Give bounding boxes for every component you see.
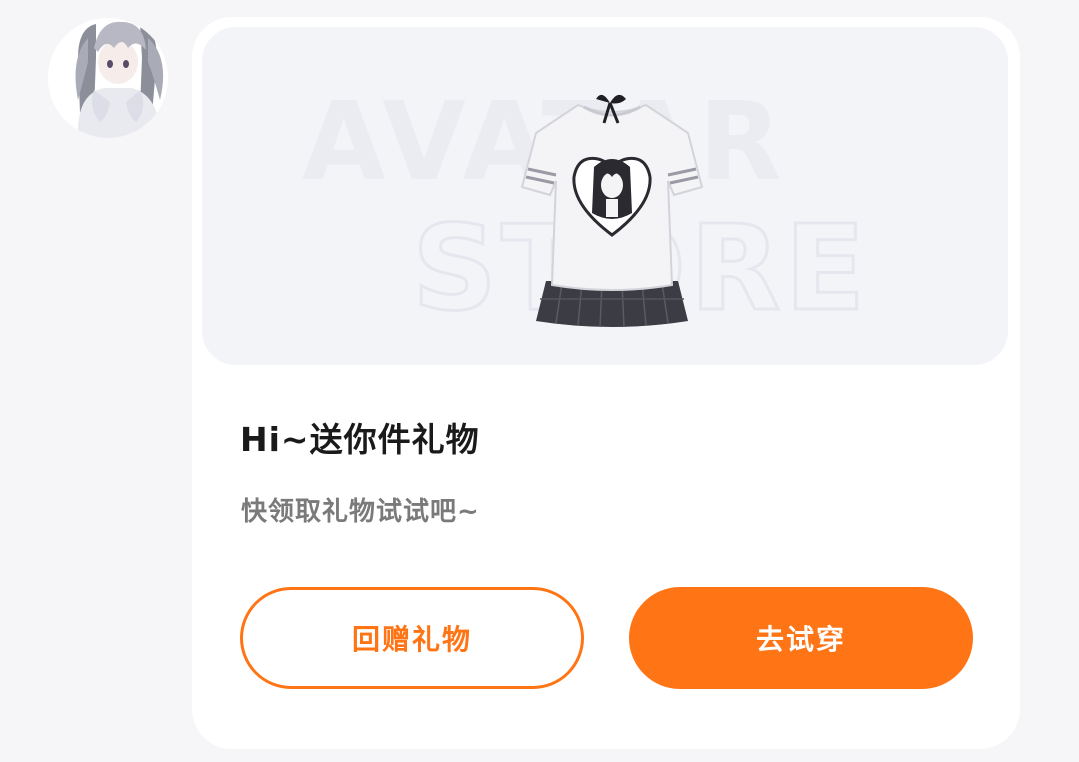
avatar-image <box>48 18 168 138</box>
outfit-product-image <box>520 94 704 328</box>
gift-subtitle: 快领取礼物试试吧~ <box>241 497 480 527</box>
return-gift-button[interactable]: 回赠礼物 <box>240 587 584 689</box>
gift-banner: AVATAR STORE <box>202 27 1008 365</box>
try-on-button[interactable]: 去试穿 <box>629 587 973 689</box>
gift-card: AVATAR STORE <box>192 17 1020 749</box>
sender-avatar[interactable] <box>48 18 168 138</box>
gift-title: Hi~送你件礼物 <box>240 420 480 459</box>
